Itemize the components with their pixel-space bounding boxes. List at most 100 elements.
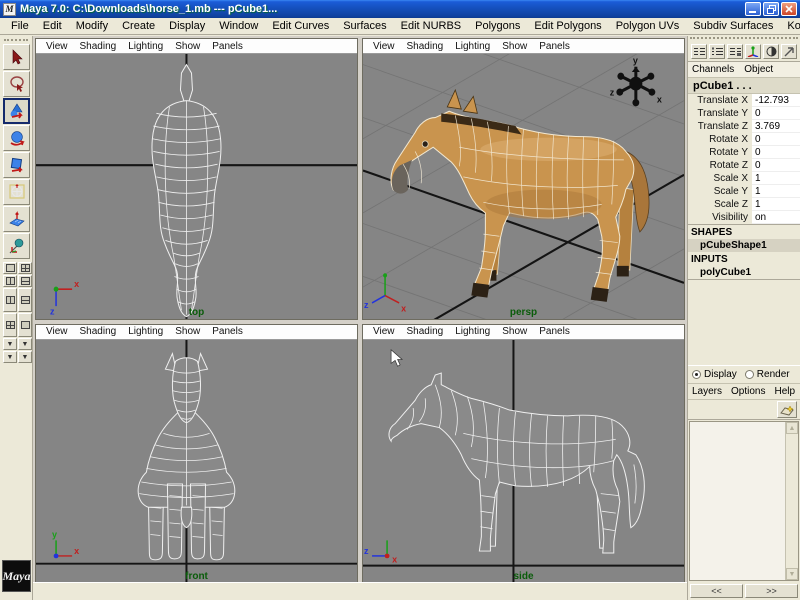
scroll-panel-left-button[interactable]: <<	[690, 584, 743, 598]
menu-edit-curves[interactable]: Edit Curves	[265, 19, 336, 33]
vp-menu-shading[interactable]: Shading	[401, 41, 450, 52]
channel-value-field[interactable]: 1	[752, 185, 800, 198]
channel-value-field[interactable]: on	[752, 211, 800, 224]
viewport-persp[interactable]: View Shading Lighting Show Panels y z x …	[362, 38, 685, 320]
vp-menu-panels[interactable]: Panels	[533, 41, 576, 52]
vp-menu-view[interactable]: View	[367, 41, 401, 52]
channel-value-field[interactable]: 0	[752, 133, 800, 146]
layout-two-pane-side-button[interactable]	[3, 275, 17, 287]
universal-manipulator-button[interactable]	[3, 179, 30, 205]
rotate-tool-button[interactable]	[3, 125, 30, 151]
show-layer-editor-button[interactable]	[709, 44, 725, 59]
lasso-tool-button[interactable]	[3, 71, 30, 97]
layout-four-pane-button[interactable]	[18, 262, 32, 274]
move-tool-button[interactable]	[3, 98, 30, 124]
layout-dropdown-left-2[interactable]: ▼	[3, 351, 17, 363]
layout-single-pane-button[interactable]	[3, 262, 17, 274]
vp-menu-lighting[interactable]: Lighting	[449, 326, 496, 337]
right-panel-grip[interactable]	[690, 37, 798, 39]
view-compass[interactable]: y z x	[610, 55, 663, 107]
horse-side-view-wireframe[interactable]	[388, 372, 645, 554]
options-menu[interactable]: Options	[731, 386, 765, 397]
layer-list[interactable]: ▲ ▼	[689, 421, 799, 581]
layer-help-menu[interactable]: Help	[774, 386, 795, 397]
vp-menu-view[interactable]: View	[367, 326, 401, 337]
layout-persp-graph-button[interactable]	[18, 288, 32, 312]
vp-menu-panels[interactable]: Panels	[533, 326, 576, 337]
vp-menu-lighting[interactable]: Lighting	[449, 41, 496, 52]
vp-menu-shading[interactable]: Shading	[74, 326, 123, 337]
scroll-down-icon[interactable]: ▼	[786, 568, 798, 580]
vp-menu-panels[interactable]: Panels	[206, 326, 249, 337]
input-node-polycube1[interactable]: polyCube1	[688, 266, 800, 279]
channel-value-field[interactable]: 0	[752, 159, 800, 172]
channel-value-field[interactable]: 1	[752, 198, 800, 211]
channel-value-field[interactable]: 3.769	[752, 120, 800, 133]
toolbox-grip[interactable]	[4, 39, 28, 41]
menu-create[interactable]: Create	[115, 19, 162, 33]
horse-top-view-wireframe[interactable]	[151, 63, 222, 318]
select-arrow-button[interactable]	[781, 44, 797, 59]
menu-edit-polygons[interactable]: Edit Polygons	[527, 19, 608, 33]
vp-menu-show[interactable]: Show	[169, 41, 206, 52]
menu-window[interactable]: Window	[212, 19, 265, 33]
menu-subdiv-surfaces[interactable]: Subdiv Surfaces	[686, 19, 780, 33]
menu-polygons[interactable]: Polygons	[468, 19, 527, 33]
viewport-front[interactable]: View Shading Lighting Show Panels y x fr…	[35, 323, 358, 584]
vp-menu-panels[interactable]: Panels	[206, 41, 249, 52]
contrast-icon-button[interactable]	[763, 44, 779, 59]
minimize-button[interactable]	[745, 2, 761, 16]
layout-dropdown-right-1[interactable]: ▼	[18, 338, 32, 350]
layout-persp-outliner-button[interactable]	[3, 288, 17, 312]
display-radio[interactable]: Display	[692, 369, 737, 380]
vp-menu-show[interactable]: Show	[169, 326, 206, 337]
viewport-top[interactable]: View Shading Lighting Show Panels x z to…	[35, 38, 358, 320]
menu-surfaces[interactable]: Surfaces	[336, 19, 393, 33]
viewport-side-canvas[interactable]: z x side	[363, 339, 684, 583]
show-channel-and-layer-button[interactable]	[727, 44, 743, 59]
layers-menu[interactable]: Layers	[692, 386, 722, 397]
channel-value-field[interactable]: 1	[752, 172, 800, 185]
layout-dropdown-right-2[interactable]: ▼	[18, 351, 32, 363]
menu-file[interactable]: File	[4, 19, 36, 33]
close-button[interactable]	[781, 2, 797, 16]
menu-display[interactable]: Display	[162, 19, 212, 33]
layout-two-pane-stacked-button[interactable]	[18, 275, 32, 287]
channels-menu[interactable]: Channels	[692, 64, 734, 75]
layer-list-scrollbar[interactable]: ▲ ▼	[785, 422, 798, 580]
scale-tool-button[interactable]	[3, 152, 30, 178]
scroll-panel-right-button[interactable]: >>	[745, 584, 798, 598]
viewport-top-canvas[interactable]: x z top	[36, 54, 357, 319]
vp-menu-show[interactable]: Show	[496, 41, 533, 52]
vp-menu-lighting[interactable]: Lighting	[122, 41, 169, 52]
object-menu[interactable]: Object	[744, 64, 773, 75]
layout-persp-uv-button[interactable]	[18, 313, 32, 337]
show-channel-box-button[interactable]	[691, 44, 707, 59]
menu-koshigaya-studios[interactable]: Koshigaya Studios	[780, 19, 800, 33]
menu-edit[interactable]: Edit	[36, 19, 69, 33]
menu-polygon-uvs[interactable]: Polygon UVs	[609, 19, 687, 33]
vp-menu-shading[interactable]: Shading	[74, 41, 123, 52]
vp-menu-show[interactable]: Show	[496, 326, 533, 337]
viewport-side[interactable]: View Shading Lighting Show Panels z x si…	[362, 323, 685, 584]
create-new-layer-button[interactable]	[777, 401, 797, 418]
viewport-front-canvas[interactable]: y x front	[36, 339, 357, 583]
channel-value-field[interactable]: 0	[752, 107, 800, 120]
channel-box-node-name[interactable]: pCube1 . . .	[688, 78, 800, 94]
select-tool-button[interactable]	[3, 44, 30, 70]
vp-menu-shading[interactable]: Shading	[401, 326, 450, 337]
xyz-axis-icon-button[interactable]	[745, 44, 761, 59]
menu-edit-nurbs[interactable]: Edit NURBS	[394, 19, 469, 33]
menu-modify[interactable]: Modify	[69, 19, 115, 33]
vp-menu-view[interactable]: View	[40, 41, 74, 52]
vp-menu-lighting[interactable]: Lighting	[122, 326, 169, 337]
restore-button[interactable]	[763, 2, 779, 16]
soft-modification-button[interactable]	[3, 206, 30, 232]
vp-menu-view[interactable]: View	[40, 326, 74, 337]
scroll-up-icon[interactable]: ▲	[786, 422, 798, 434]
show-manipulator-button[interactable]	[3, 233, 30, 259]
channel-value-field[interactable]: -12.793	[752, 94, 800, 107]
viewport-persp-canvas[interactable]: y z x z x persp	[363, 54, 684, 319]
layout-hypershade-persp-button[interactable]	[3, 313, 17, 337]
render-radio[interactable]: Render	[744, 369, 790, 380]
